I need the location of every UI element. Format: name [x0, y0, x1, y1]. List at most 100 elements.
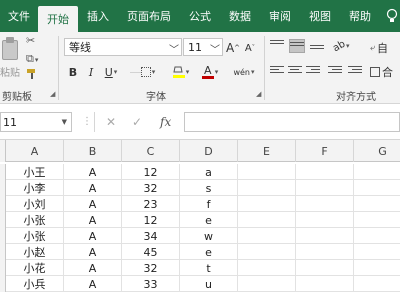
table-cell[interactable]	[354, 180, 400, 196]
table-cell[interactable]	[354, 260, 400, 276]
shrink-font-button[interactable]: Aˇ	[243, 40, 257, 56]
phonetic-button[interactable]: wén ▾	[230, 64, 258, 80]
table-cell[interactable]	[238, 228, 296, 244]
tab-help[interactable]: 帮助	[340, 0, 380, 32]
column-header[interactable]: F	[296, 140, 354, 162]
column-header[interactable]: G	[354, 140, 400, 162]
column-header[interactable]: C	[122, 140, 180, 162]
table-cell[interactable]	[296, 212, 354, 228]
column-header[interactable]: B	[64, 140, 122, 162]
table-cell[interactable]	[238, 212, 296, 228]
tab-view[interactable]: 视图	[300, 0, 340, 32]
table-cell[interactable]	[354, 276, 400, 292]
table-cell[interactable]	[296, 260, 354, 276]
cancel-icon[interactable]: ✕	[106, 115, 116, 129]
font-launcher-icon[interactable]: ◢	[256, 90, 261, 98]
table-cell[interactable]: 12	[122, 164, 180, 180]
underline-button[interactable]: U ▾	[100, 64, 122, 80]
table-cell[interactable]: w	[180, 228, 238, 244]
table-cell[interactable]	[296, 180, 354, 196]
merge-center-button[interactable]: 合	[370, 64, 400, 80]
table-cell[interactable]: 小王	[6, 164, 64, 180]
table-cell[interactable]	[238, 196, 296, 212]
table-cell[interactable]: u	[180, 276, 238, 292]
table-cell[interactable]: 小刘	[6, 196, 64, 212]
column-header[interactable]: E	[238, 140, 296, 162]
format-painter-icon[interactable]	[26, 68, 38, 83]
table-cell[interactable]: s	[180, 180, 238, 196]
decrease-indent-icon[interactable]	[328, 66, 342, 78]
table-cell[interactable]	[238, 260, 296, 276]
table-cell[interactable]	[238, 180, 296, 196]
paste-button[interactable]	[0, 36, 20, 62]
name-box[interactable]: 11 ▼	[0, 112, 72, 132]
table-cell[interactable]: 小赵	[6, 244, 64, 260]
clipboard-launcher-icon[interactable]: ◢	[50, 90, 55, 98]
column-header[interactable]: A	[6, 140, 64, 162]
table-cell[interactable]: A	[64, 180, 122, 196]
align-right-icon[interactable]	[306, 66, 320, 78]
table-cell[interactable]: 23	[122, 196, 180, 212]
align-bottom-icon[interactable]	[310, 40, 324, 52]
table-cell[interactable]: 34	[122, 228, 180, 244]
formula-input[interactable]	[184, 112, 400, 132]
table-cell[interactable]	[354, 212, 400, 228]
column-header[interactable]: D	[180, 140, 238, 162]
font-size-select[interactable]: 11 ﹀	[183, 38, 223, 56]
tab-review[interactable]: 审阅	[260, 0, 300, 32]
table-cell[interactable]: 32	[122, 260, 180, 276]
table-cell[interactable]: 小张	[6, 212, 64, 228]
italic-button[interactable]: I	[84, 64, 98, 80]
tab-page-layout[interactable]: 页面布局	[118, 0, 180, 32]
align-left-icon[interactable]	[270, 66, 284, 78]
wrap-text-button[interactable]: ⤶ 自	[370, 40, 400, 56]
table-cell[interactable]	[238, 276, 296, 292]
tab-home[interactable]: 开始	[38, 6, 78, 32]
table-cell[interactable]: 小花	[6, 260, 64, 276]
table-cell[interactable]: 小李	[6, 180, 64, 196]
table-cell[interactable]	[296, 164, 354, 180]
tab-data[interactable]: 数据	[220, 0, 260, 32]
table-cell[interactable]: A	[64, 164, 122, 180]
table-cell[interactable]: 12	[122, 212, 180, 228]
table-cell[interactable]: 45	[122, 244, 180, 260]
borders-button[interactable]: ▾	[136, 64, 160, 80]
table-cell[interactable]: a	[180, 164, 238, 180]
table-cell[interactable]	[354, 164, 400, 180]
tab-insert[interactable]: 插入	[78, 0, 118, 32]
table-cell[interactable]	[296, 228, 354, 244]
grow-font-button[interactable]: A ^	[226, 40, 240, 56]
table-cell[interactable]: A	[64, 260, 122, 276]
copy-icon[interactable]: ⧉▾	[26, 52, 38, 66]
insert-function-button[interactable]: fx	[160, 115, 171, 129]
align-center-icon[interactable]	[288, 66, 302, 78]
tab-formulas[interactable]: 公式	[180, 0, 220, 32]
table-cell[interactable]: e	[180, 212, 238, 228]
table-cell[interactable]: 小张	[6, 228, 64, 244]
font-color-button[interactable]: A ▾	[198, 64, 222, 80]
table-cell[interactable]	[296, 276, 354, 292]
cut-icon[interactable]: ✂	[26, 34, 35, 47]
fill-color-button[interactable]: ▾	[168, 64, 194, 80]
table-cell[interactable]: A	[64, 244, 122, 260]
increase-indent-icon[interactable]	[348, 66, 362, 78]
table-cell[interactable]: A	[64, 228, 122, 244]
table-cell[interactable]: 33	[122, 276, 180, 292]
table-cell[interactable]	[296, 196, 354, 212]
table-cell[interactable]: A	[64, 196, 122, 212]
table-cell[interactable]	[354, 196, 400, 212]
align-middle-icon[interactable]	[289, 39, 305, 53]
table-cell[interactable]: A	[64, 276, 122, 292]
table-cell[interactable]	[238, 164, 296, 180]
more-options-icon[interactable]: ⋮	[82, 116, 92, 127]
table-cell[interactable]: t	[180, 260, 238, 276]
align-top-icon[interactable]	[270, 40, 284, 52]
font-name-select[interactable]: 等线 ﹀	[64, 38, 182, 56]
table-cell[interactable]: 小兵	[6, 276, 64, 292]
table-cell[interactable]: 32	[122, 180, 180, 196]
orientation-button[interactable]: ab ▾	[330, 38, 352, 54]
table-cell[interactable]	[238, 244, 296, 260]
sheet-grid[interactable]: A B C D E F G 小王 A 12 a 小李 A 32 s 小刘 A 23 f 小张 A 12 e 小张…	[0, 140, 400, 300]
lightbulb-icon[interactable]	[386, 0, 398, 32]
bold-button[interactable]: B	[66, 64, 80, 80]
